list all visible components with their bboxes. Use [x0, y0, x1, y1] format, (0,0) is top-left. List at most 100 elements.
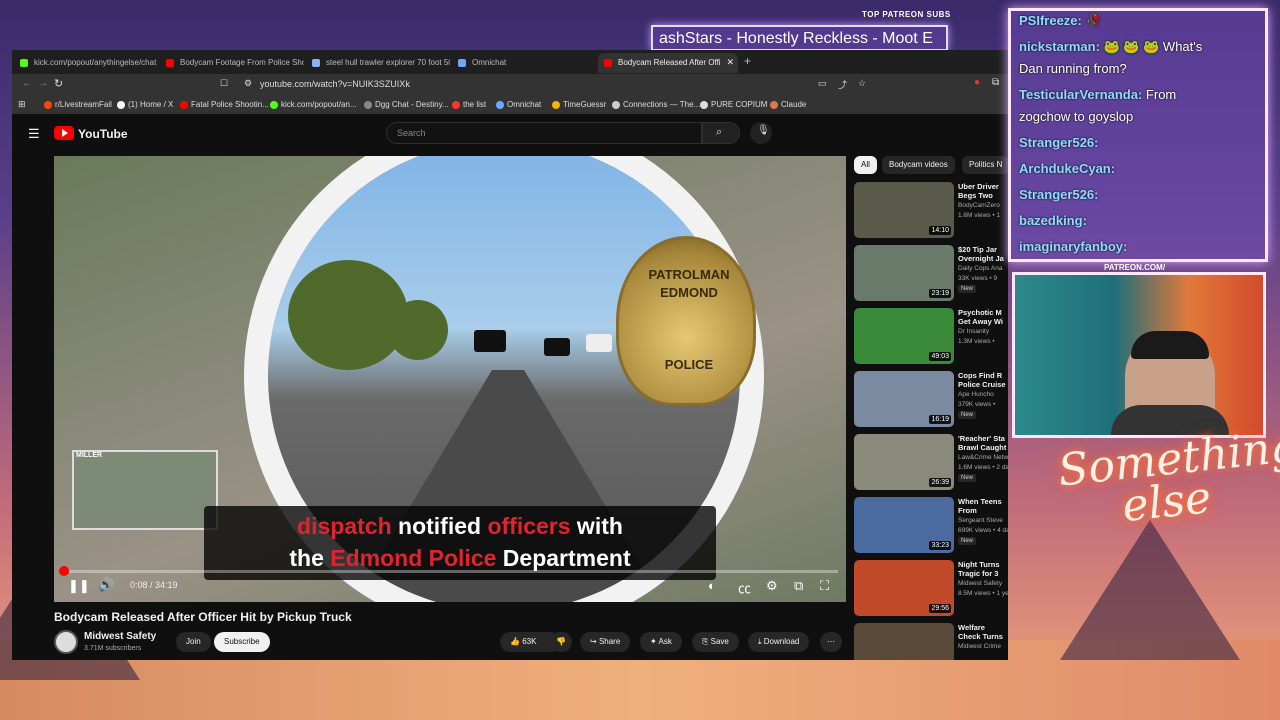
recommended-video[interactable]: 16:19 Cops Find R Police Cruise Ape Huncho…	[854, 371, 1008, 429]
bookmark-item[interactable]: Connections — The...	[612, 100, 700, 109]
bookmark-item[interactable]: (1) Home / X	[117, 100, 173, 109]
recommended-title[interactable]: $20 Tip Jar Overnight Ja	[958, 245, 1008, 263]
back-icon[interactable]: ←	[22, 78, 32, 89]
miniplayer-icon[interactable]: ⧉	[794, 578, 803, 594]
recommended-title[interactable]: Cops Find R Police Cruise	[958, 371, 1008, 389]
video-player[interactable]: PATROLMAN EDMOND POLICE MILLER dispatch …	[54, 156, 846, 602]
new-badge: New	[958, 537, 977, 545]
volume-icon[interactable]: 🔊	[98, 577, 114, 593]
url-field[interactable]: youtube.com/watch?v=NUIK3SZUIXk	[260, 79, 410, 89]
recommended-title[interactable]: 'Reacher' Sta Brawl Caught on Bodycam	[958, 434, 1008, 452]
bookmark-page-icon[interactable]: ☐	[220, 78, 228, 89]
voice-search-button[interactable]: 🎙	[750, 122, 772, 144]
recommended-video[interactable]: 14:10 Uber Driver Begs Two Toddlers for Bo…	[854, 182, 1008, 240]
pause-icon[interactable]: ❚❚	[68, 578, 90, 594]
recommended-meta: 8.5M views • 1 year ago	[958, 590, 1008, 597]
browser-tab[interactable]: steel hull trawler explorer 70 foot 50	[306, 53, 450, 73]
duration-badge: 23:19	[929, 289, 951, 298]
bookmark-label: PURE COPIUM	[711, 100, 768, 109]
download-label: Download	[763, 637, 800, 646]
progress-bar[interactable]	[62, 570, 838, 573]
bookmark-item[interactable]: Claude	[770, 100, 806, 109]
search-input[interactable]: Search	[386, 122, 702, 144]
reload-icon[interactable]: ↻	[54, 77, 63, 90]
bookmark-favicon	[770, 101, 778, 109]
recommended-video[interactable]: 49:03 Psychotic M Get Away Wi Dr Insanity 1…	[854, 308, 1008, 366]
puzzle-icon[interactable]: ⧉	[992, 77, 999, 88]
autoplay-toggle-icon[interactable]: ◐	[708, 578, 716, 593]
subscribe-button[interactable]: Subscribe	[214, 632, 270, 652]
recommended-video[interactable]: 33:23 When Teens From Washington Go To Fl…	[854, 497, 1008, 555]
bookmark-item[interactable]: TimeGuessr	[552, 100, 606, 109]
search-button[interactable]: ⌕	[702, 122, 740, 144]
bookmark-favicon	[180, 101, 188, 109]
recommended-title[interactable]: When Teens From Washington Go To Florida…	[958, 497, 1008, 515]
captions-icon[interactable]: ㏄	[738, 578, 751, 597]
video-thumbnail[interactable]: 26:39	[854, 434, 954, 490]
bookmark-item[interactable]: Omnichat	[496, 100, 541, 109]
video-thumbnail[interactable]: 33:23	[854, 497, 954, 553]
chip-politics[interactable]: Politics N	[962, 156, 1008, 174]
site-info-icon[interactable]: ⚙	[244, 78, 252, 89]
bookmark-item[interactable]: Fatal Police Shootin...	[180, 100, 269, 109]
browser-tab[interactable]: Omnichat	[452, 53, 596, 73]
save-button[interactable]: ⎘ Save	[692, 632, 739, 652]
bookmarks-bar: ⊞ r/LivestreamFail (1) Home / X Fatal Po…	[12, 96, 1008, 114]
recommended-video[interactable]: 26:39 'Reacher' Sta Brawl Caught on Bodyc…	[854, 434, 1008, 492]
bookmark-label: Omnichat	[507, 100, 542, 109]
dislike-button[interactable]: 👎	[550, 632, 572, 652]
share-button[interactable]: ↪ Share	[580, 632, 631, 652]
recommended-title[interactable]: Night Turns Tragic for 3 College Party G…	[958, 560, 1008, 578]
bookmark-item[interactable]: the list	[452, 100, 486, 109]
tab-label: Bodycam Released After Offi	[618, 58, 721, 67]
recommended-title[interactable]: Uber Driver Begs Two Toddlers for	[958, 182, 1008, 200]
bookmark-item[interactable]: kick.com/popout/an...	[270, 100, 357, 109]
recommended-video[interactable]: 29:56 Night Turns Tragic for 3 College Pa…	[854, 560, 1008, 618]
video-thumbnail[interactable]	[854, 623, 954, 660]
bookmark-favicon	[270, 101, 278, 109]
channel-avatar[interactable]	[54, 630, 78, 654]
video-thumbnail[interactable]: 23:19	[854, 245, 954, 301]
scrubber-handle[interactable]	[59, 566, 69, 576]
recommended-video[interactable]: 23:19 $20 Tip Jar Overnight Ja Daily Cops …	[854, 245, 1008, 303]
share-page-icon[interactable]: ⤴	[838, 78, 847, 91]
caption-word: notified	[391, 513, 488, 539]
fullscreen-icon[interactable]: ⛶	[820, 578, 829, 594]
recommended-meta: 699K views • 4 days ago	[958, 527, 1008, 534]
settings-gear-icon[interactable]: ⚙	[766, 578, 778, 594]
hamburger-menu-icon[interactable]: ☰	[28, 126, 40, 142]
join-button[interactable]: Join	[176, 632, 211, 652]
video-thumbnail[interactable]: 16:19	[854, 371, 954, 427]
star-icon[interactable]: ☆	[858, 78, 866, 89]
download-button[interactable]: ⤓ Download	[748, 632, 810, 652]
caption-word: Department	[496, 545, 631, 571]
recommended-title[interactable]: Welfare Check Turns into Deadly Discover…	[958, 623, 1008, 641]
apps-grid-icon[interactable]: ⊞	[18, 99, 26, 110]
bookmark-favicon	[44, 101, 52, 109]
recommended-title[interactable]: Psychotic M Get Away Wi	[958, 308, 1008, 326]
video-thumbnail[interactable]: 29:56	[854, 560, 954, 616]
chip-bodycam[interactable]: Bodycam videos	[882, 156, 955, 174]
video-thumbnail[interactable]: 14:10	[854, 182, 954, 238]
youtube-wordmark[interactable]: YouTube	[78, 127, 128, 141]
bookmark-item[interactable]: PURE COPIUM	[700, 100, 767, 109]
new-tab-icon[interactable]: +	[744, 54, 751, 68]
browser-tab[interactable]: kick.com/popout/anythingelse/chat	[14, 53, 158, 73]
recommended-video[interactable]: Welfare Check Turns into Deadly Discover…	[854, 623, 1008, 660]
browser-tab-active[interactable]: Bodycam Released After Offi ✕	[598, 53, 738, 73]
extension-icon[interactable]: ●	[974, 77, 980, 88]
ask-button[interactable]: ✦ Ask	[640, 632, 682, 652]
caption-line-1: dispatch notified officers with	[204, 510, 716, 542]
browser-tab[interactable]: Bodycam Footage From Police Shoot	[160, 53, 304, 73]
cast-icon[interactable]: ▭	[818, 78, 827, 89]
chat-text: From	[1142, 87, 1177, 102]
video-thumbnail[interactable]: 49:03	[854, 308, 954, 364]
channel-name[interactable]: Midwest Safety	[84, 631, 156, 642]
more-actions-button[interactable]: ⋯	[820, 632, 842, 652]
forward-icon[interactable]: →	[38, 78, 48, 89]
close-tab-icon[interactable]: ✕	[726, 57, 734, 68]
filter-chips: All Bodycam videos Politics N	[854, 156, 1008, 174]
bookmark-item[interactable]: r/LivestreamFail	[44, 100, 112, 109]
bookmark-item[interactable]: Dgg Chat - Destiny...	[364, 100, 449, 109]
chip-all[interactable]: All	[854, 156, 877, 174]
